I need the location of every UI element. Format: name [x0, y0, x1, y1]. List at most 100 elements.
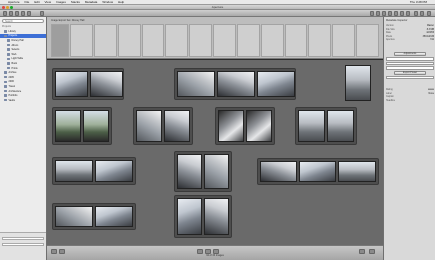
image-thumbnail[interactable] — [177, 71, 215, 97]
image-stack[interactable] — [174, 195, 232, 238]
menu-item-help[interactable]: Help — [118, 0, 124, 4]
sidebar-item-label: Archive — [8, 71, 17, 75]
image-stack[interactable] — [52, 157, 136, 185]
inspector-field[interactable] — [386, 75, 434, 79]
sidebar-item-label: Portfolio — [8, 94, 18, 98]
image-stack[interactable] — [174, 151, 232, 192]
image-thumbnail[interactable] — [217, 71, 255, 97]
sidebar-item-label: Travel — [8, 84, 16, 88]
new-book-button[interactable] — [21, 11, 25, 16]
sidebar-item-label: Web — [11, 52, 17, 56]
image-stack[interactable] — [133, 107, 193, 145]
viewer-cell[interactable] — [141, 24, 165, 57]
image-thumbnail[interactable] — [83, 110, 109, 142]
folder-icon — [4, 75, 7, 79]
inspector-field[interactable] — [386, 61, 434, 65]
menu-item-window[interactable]: Window — [102, 0, 113, 4]
viewer-cell[interactable] — [93, 24, 117, 57]
menu-item-images[interactable]: Images — [56, 0, 66, 4]
image-thumbnail[interactable] — [345, 65, 371, 101]
image-stack[interactable] — [52, 203, 136, 230]
project-search-input[interactable]: Search — [2, 19, 44, 23]
image-stack[interactable] — [257, 158, 379, 185]
menu-item-file[interactable]: File — [25, 0, 30, 4]
inspector-field[interactable] — [386, 57, 434, 61]
viewer-cell[interactable] — [70, 24, 93, 57]
image-thumbnail[interactable] — [299, 161, 336, 182]
crop-button[interactable] — [388, 11, 392, 16]
sidebar-item[interactable]: Vaults — [0, 98, 46, 103]
folder-icon — [4, 85, 7, 88]
image-thumbnail[interactable] — [327, 110, 354, 142]
image-thumbnail[interactable] — [55, 160, 93, 182]
inspector-toggle-button[interactable] — [420, 11, 424, 16]
image-thumbnail[interactable] — [204, 154, 229, 189]
folder-icon — [7, 57, 10, 61]
viewer-cell[interactable] — [117, 24, 141, 57]
viewer-cell[interactable] — [213, 24, 236, 57]
image-thumbnail[interactable] — [218, 110, 244, 142]
viewer-cell[interactable] — [308, 24, 332, 57]
viewer-cell[interactable] — [189, 24, 213, 57]
viewer-cell[interactable] — [260, 24, 284, 57]
image-thumbnail[interactable] — [164, 110, 190, 142]
metadata-inspector: Metadata Inspector Version Master File Si… — [383, 17, 435, 260]
image-thumbnail[interactable] — [55, 206, 93, 227]
image-thumbnail[interactable] — [298, 110, 325, 142]
straighten-button[interactable] — [382, 11, 386, 16]
viewer-cell[interactable] — [284, 24, 308, 57]
export-preset-button[interactable]: Export Preset — [394, 70, 426, 75]
image-thumbnail[interactable] — [136, 110, 162, 142]
image-thumbnail[interactable] — [204, 198, 229, 235]
sidebar-item-label: Light Table — [11, 57, 24, 61]
image-stack[interactable] — [52, 107, 112, 145]
image-thumbnail[interactable] — [177, 154, 202, 189]
red-eye-button[interactable] — [400, 11, 404, 16]
keyword-row: Headline — [386, 99, 396, 102]
image-thumbnail[interactable] — [246, 110, 272, 142]
image-thumbnail[interactable] — [95, 160, 133, 182]
new-web-gallery-button[interactable] — [27, 11, 31, 16]
image-thumbnail[interactable] — [55, 110, 81, 142]
viewer-cell[interactable] — [356, 24, 379, 57]
image-thumbnail[interactable] — [260, 161, 297, 182]
import-button[interactable] — [40, 11, 44, 16]
image-stack[interactable] — [174, 68, 296, 100]
viewer-cell[interactable] — [165, 24, 189, 57]
new-light-table-button[interactable] — [15, 11, 19, 16]
image-thumbnail[interactable] — [177, 198, 202, 235]
image-thumbnail[interactable] — [257, 71, 295, 97]
rotate-left-button[interactable] — [370, 11, 374, 16]
project-notes-field[interactable] — [2, 243, 44, 246]
menu-item-aperture[interactable]: Aperture — [8, 0, 20, 4]
viewer-cell[interactable] — [332, 24, 356, 57]
new-project-button[interactable] — [3, 11, 7, 16]
projects-header: Projects — [2, 25, 12, 28]
spot-patch-button[interactable] — [394, 11, 398, 16]
viewer-cell[interactable] — [51, 24, 69, 57]
viewer-strip-header: Image Export Set: Disney Hall — [51, 19, 85, 22]
image-thumbnail[interactable] — [95, 206, 133, 227]
menu-item-view[interactable]: View — [45, 0, 51, 4]
image-stack[interactable] — [215, 107, 275, 145]
menu-item-metadata[interactable]: Metadata — [85, 0, 98, 4]
image-thumbnail[interactable] — [55, 71, 88, 97]
project-list: Library Projects Disney Hall Album Selects We… — [0, 29, 46, 103]
inspector-field[interactable] — [386, 66, 434, 70]
rotate-right-button[interactable] — [376, 11, 380, 16]
menu-item-edit[interactable]: Edit — [34, 0, 39, 4]
image-thumbnail[interactable] — [338, 161, 376, 182]
viewer-cell[interactable] — [236, 24, 260, 57]
hud-button[interactable] — [427, 11, 431, 16]
project-name-field[interactable] — [2, 237, 44, 240]
lift-stamp-button[interactable] — [406, 11, 410, 16]
image-thumbnail[interactable] — [90, 71, 123, 97]
image-stack[interactable] — [52, 68, 124, 100]
adjustments-button[interactable]: Adjustments — [394, 52, 426, 56]
image-stack[interactable] — [295, 107, 357, 145]
loupe-button[interactable] — [414, 11, 418, 16]
folder-icon — [4, 89, 7, 93]
menu-item-stacks[interactable]: Stacks — [71, 0, 80, 4]
folder-icon — [7, 43, 10, 47]
new-album-button[interactable] — [9, 11, 13, 16]
